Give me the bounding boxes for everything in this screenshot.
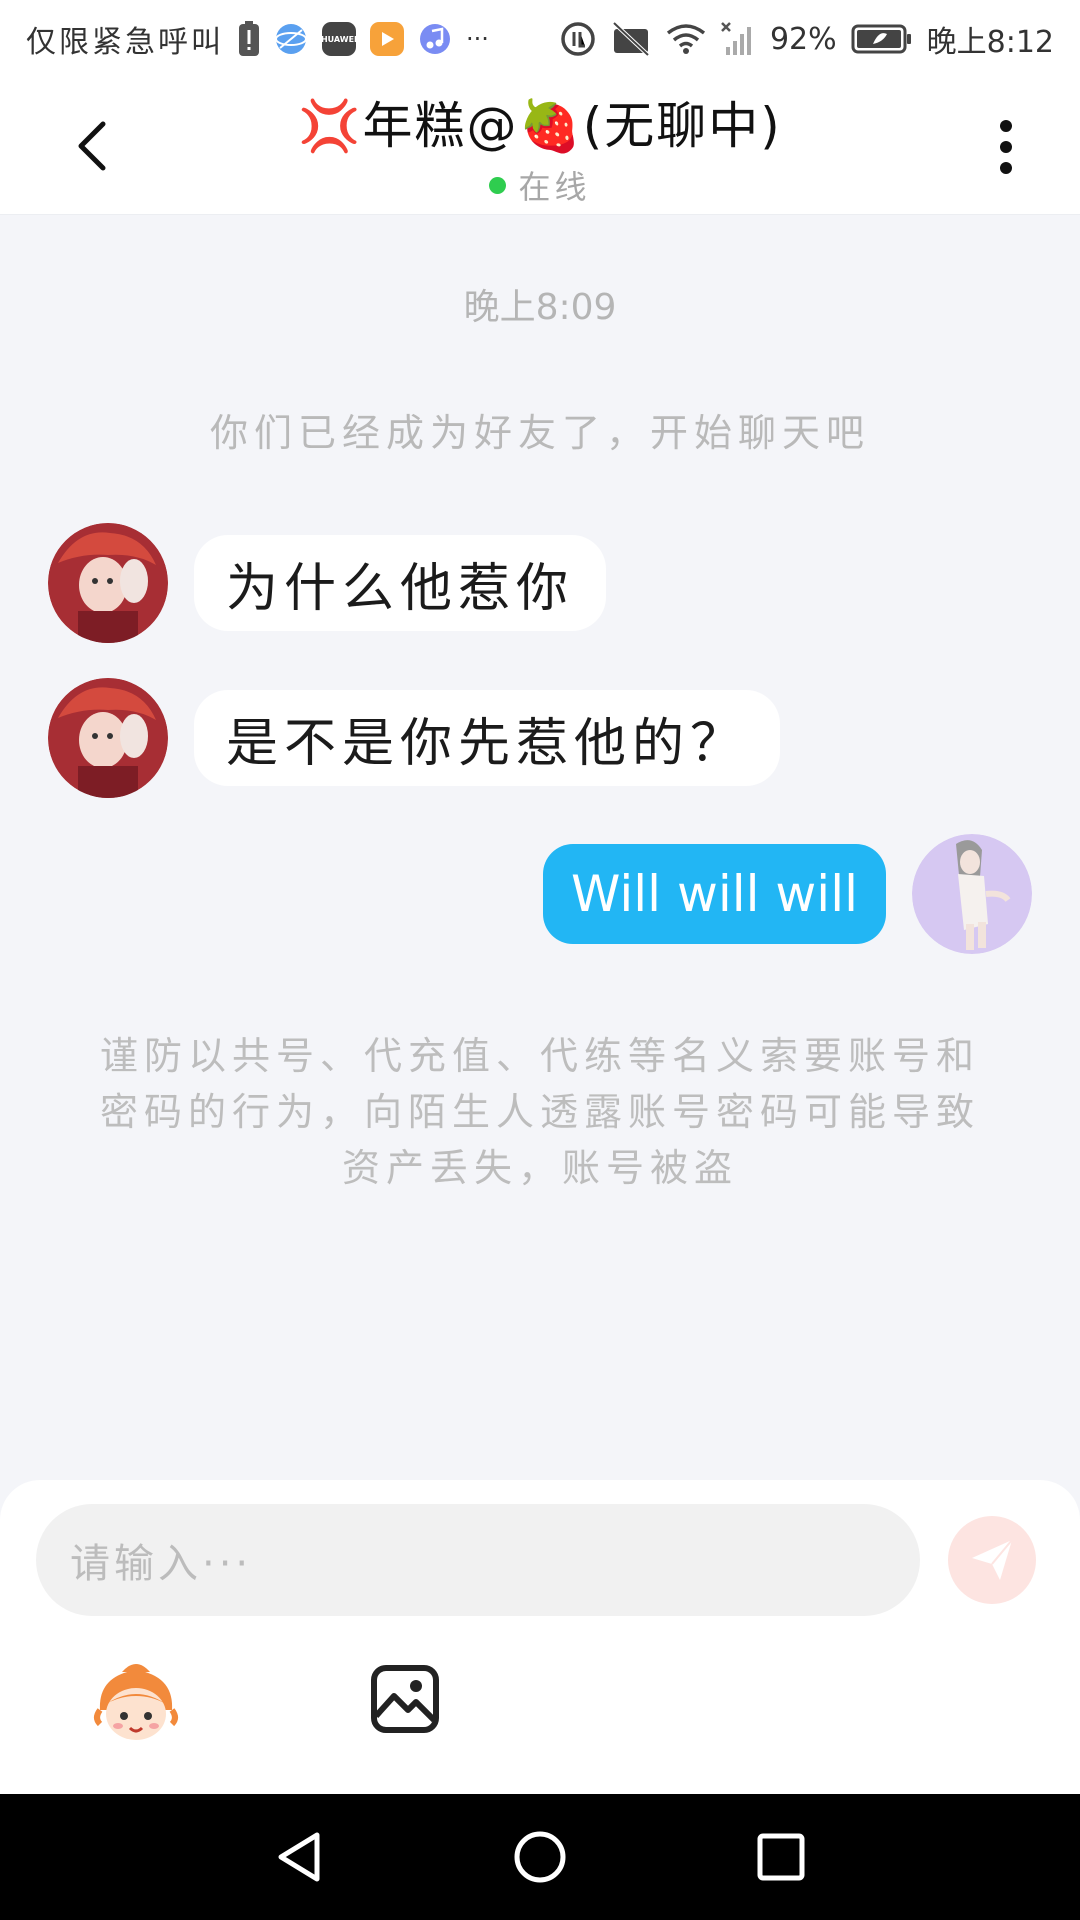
friend-added-notice: 你们已经成为好友了，开始聊天吧 <box>209 411 870 455</box>
triangle-back-icon <box>278 1832 320 1882</box>
image-icon <box>371 1665 439 1733</box>
signal-icon <box>720 21 756 57</box>
nav-home-button[interactable] <box>505 1822 575 1892</box>
data-saver-icon <box>560 21 596 57</box>
online-status: 在线 <box>489 162 590 208</box>
message-bubble-incoming[interactable]: 是不是你先惹他的？ <box>194 690 781 786</box>
more-vertical-icon <box>1000 120 1012 174</box>
circle-home-icon <box>514 1831 566 1883</box>
message-row-incoming: 为什么他惹你 <box>48 523 607 643</box>
status-left: 仅限紧急呼叫 HUAWEI ··· <box>26 17 489 61</box>
video-player-icon <box>370 22 404 56</box>
nav-back-button[interactable] <box>264 1822 334 1892</box>
huawei-label: HUAWEI <box>320 34 358 44</box>
message-bubble-incoming[interactable]: 为什么他惹你 <box>194 535 607 631</box>
system-nav-bar <box>0 1794 1080 1920</box>
title-wrap: 💢年糕@🍓(无聊中) 在线 <box>160 86 920 208</box>
my-avatar[interactable] <box>912 834 1032 954</box>
message-list[interactable]: 晚上8:09 你们已经成为好友了，开始聊天吧 为什么他惹你 是不是你先惹他的？ … <box>0 216 1080 1480</box>
chat-header: 💢年糕@🍓(无聊中) 在线 <box>0 78 1080 215</box>
more-notifications: ··· <box>466 25 489 53</box>
music-icon <box>418 22 452 56</box>
message-row-incoming: 是不是你先惹他的？ <box>48 678 781 798</box>
sticker-button[interactable] <box>92 1658 180 1746</box>
send-button[interactable] <box>948 1516 1036 1604</box>
message-composer: 请输入··· <box>0 1480 1080 1794</box>
chevron-left-icon <box>78 121 106 171</box>
online-text: 在线 <box>518 168 591 206</box>
send-icon <box>972 1539 1013 1580</box>
browser-icon <box>274 22 308 56</box>
wifi-icon <box>666 23 706 55</box>
contact-avatar[interactable] <box>48 678 168 798</box>
more-options-button[interactable] <box>976 112 1036 182</box>
security-warning-notice: 谨防以共号、代充值、代练等名义索要账号和密码的行为，向陌生人透露账号密码可能导致… <box>99 1034 980 1190</box>
online-dot <box>489 176 507 194</box>
carrier-text: 仅限紧急呼叫 <box>26 25 224 60</box>
nav-recents-button[interactable] <box>746 1822 816 1892</box>
battery-percent: 92% <box>769 21 837 57</box>
message-timestamp: 晚上8:09 <box>463 287 617 328</box>
message-bubble-outgoing[interactable]: Will will will <box>543 844 886 944</box>
chat-screen: 仅限紧急呼叫 HUAWEI ··· 92% 晚上8:12 💢年糕@🍓(无聊中) … <box>0 0 1080 1920</box>
sticker-face-icon <box>94 1664 178 1740</box>
no-sim-icon <box>610 21 652 57</box>
message-row-outgoing: Will will will <box>543 834 1032 954</box>
square-recents-icon <box>757 1833 805 1881</box>
message-input[interactable]: 请输入··· <box>36 1504 920 1616</box>
battery-icon <box>851 24 913 54</box>
chat-title: 💢年糕@🍓(无聊中) <box>298 97 782 155</box>
status-right: 92% 晚上8:12 <box>560 17 1054 61</box>
contact-avatar[interactable] <box>48 523 168 643</box>
status-time: 晚上8:12 <box>926 25 1054 60</box>
back-button[interactable] <box>62 116 122 176</box>
image-picker-button[interactable] <box>370 1664 440 1734</box>
huawei-store-icon: HUAWEI <box>320 22 358 56</box>
battery-alert-icon <box>238 21 260 57</box>
status-bar: 仅限紧急呼叫 HUAWEI ··· 92% 晚上8:12 <box>0 0 1080 78</box>
